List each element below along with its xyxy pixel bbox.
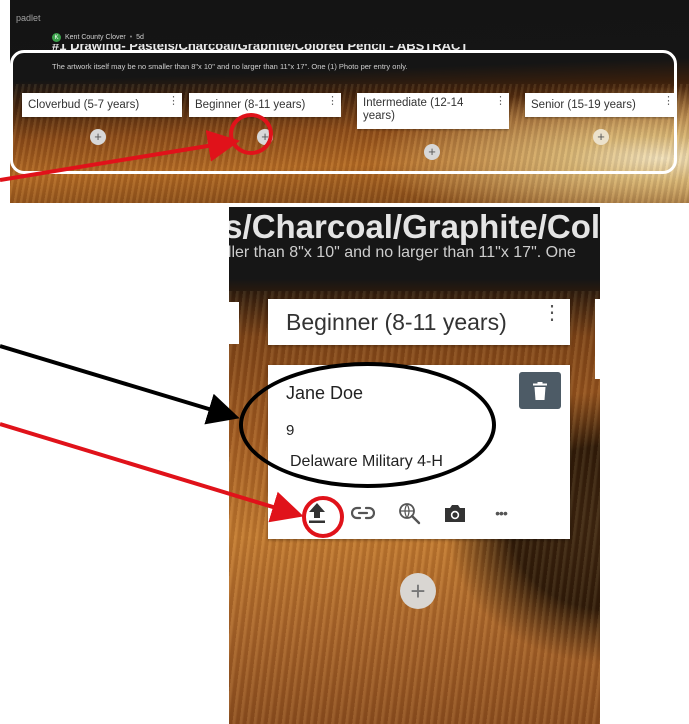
- trash-icon: [533, 381, 547, 400]
- column-label: Beginner (8-11 years): [286, 308, 507, 335]
- white-highlight-frame: [10, 50, 677, 174]
- camera-icon: [445, 505, 465, 522]
- separator-dot: •: [129, 34, 133, 41]
- more-icon: •••: [495, 505, 508, 521]
- author-row: K Kent County Clover • 5d: [52, 33, 144, 42]
- avatar[interactable]: K: [52, 33, 61, 42]
- search-web-button[interactable]: [396, 500, 422, 526]
- neighbor-column-edge: [229, 302, 239, 344]
- column-header-beginner[interactable]: Beginner (8-11 years) ⋮: [268, 299, 570, 345]
- post-age: 5d: [136, 34, 144, 41]
- link-button[interactable]: [350, 500, 376, 526]
- board-overview-screenshot: padlet K Kent County Clover • 5d #1 Draw…: [10, 0, 689, 203]
- kebab-menu-icon[interactable]: ⋮: [542, 303, 562, 323]
- search-web-icon: [399, 503, 421, 525]
- camera-button[interactable]: [442, 500, 468, 526]
- more-options-button[interactable]: •••: [488, 500, 514, 526]
- link-icon: [351, 506, 375, 520]
- black-highlight-ellipse-post-fields: [239, 362, 496, 488]
- neighbor-column-edge: [595, 299, 600, 379]
- author-name: Kent County Clover: [65, 34, 126, 41]
- black-arrow-to-post-fields: [0, 344, 240, 425]
- padlet-logo[interactable]: padlet: [16, 13, 41, 23]
- red-highlight-circle-add-post: [229, 113, 273, 155]
- board-title-fragment: ls/Charcoal/Graphite/Colore: [229, 208, 600, 245]
- red-highlight-circle-upload: [302, 496, 344, 538]
- board-description-fragment: aller than 8"x 10" and no larger than 11…: [229, 244, 576, 261]
- delete-post-button[interactable]: [519, 372, 561, 409]
- add-post-button[interactable]: +: [400, 573, 436, 609]
